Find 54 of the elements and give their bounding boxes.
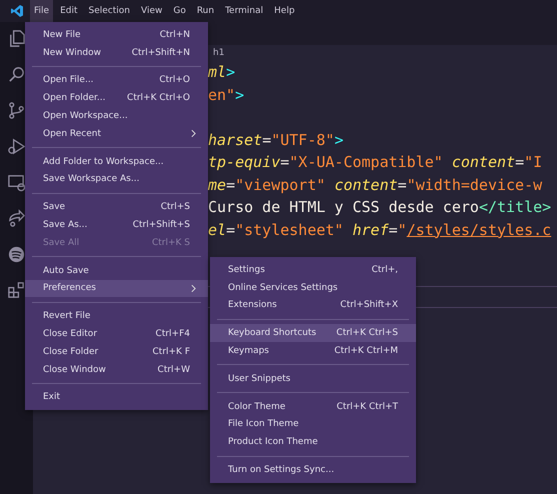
menu-item[interactable]: Save Ctrl+S	[25, 198, 208, 216]
menu-item[interactable]: Add Folder to Workspace...	[25, 152, 208, 171]
menu-bar-item[interactable]: Run	[192, 0, 218, 22]
code-line: ml>	[208, 62, 236, 83]
code-line: me="viewport" content="width=device-w	[208, 174, 542, 196]
menu-item[interactable]: File Icon Theme	[210, 416, 416, 434]
menu-bar-item[interactable]: Terminal	[221, 0, 268, 22]
source-control-icon[interactable]	[7, 101, 26, 120]
music-icon[interactable]	[7, 245, 26, 264]
menu-item[interactable]: Save As... Ctrl+Shift+S	[25, 216, 208, 234]
share-arrow-icon[interactable]	[7, 209, 26, 228]
menu-item[interactable]: Online Services Settings	[210, 278, 416, 297]
breadcrumb-item[interactable]: h1	[213, 48, 224, 58]
menu-bar-item[interactable]: Edit	[56, 0, 82, 22]
menu-item[interactable]: User Snippets	[210, 370, 416, 388]
menu-item[interactable]: Save Workspace As...	[25, 170, 208, 188]
menu-item[interactable]: Revert File	[25, 307, 208, 326]
code-line: tp-equiv="X-UA-Compatible" content="I	[208, 152, 542, 173]
menu-item[interactable]: Keymaps Ctrl+K Ctrl+M	[210, 342, 416, 360]
menu-item[interactable]: Auto Save	[25, 262, 208, 280]
menu-item[interactable]: New Window Ctrl+Shift+N	[25, 44, 208, 62]
menu-item[interactable]: Settings Ctrl+,	[210, 261, 416, 279]
menu-bar-item[interactable]: View	[136, 0, 166, 22]
menu-item[interactable]: Extensions Ctrl+Shift+X	[210, 296, 416, 314]
menu-item[interactable]: Turn on Settings Sync...	[210, 461, 416, 479]
menu-item[interactable]: New File Ctrl+N	[25, 26, 208, 44]
code-line: harset="UTF-8">	[208, 130, 344, 150]
chevron-right-icon	[191, 129, 196, 138]
chevron-right-icon	[191, 284, 196, 293]
code-line: en">	[208, 84, 244, 106]
menu-item[interactable]: Close Window Ctrl+W	[25, 360, 208, 379]
vscode-logo-icon	[10, 4, 24, 18]
menu-item[interactable]: Keyboard Shortcuts Ctrl+K Ctrl+S	[210, 324, 416, 342]
menu-item[interactable]: Preferences	[25, 280, 208, 298]
menu-bar-item[interactable]: Go	[169, 0, 190, 22]
search-icon[interactable]	[7, 65, 26, 84]
menu-item[interactable]: Exit	[25, 388, 208, 406]
menu-bar-item[interactable]: Help	[270, 0, 299, 22]
menu-item[interactable]: Close Editor Ctrl+F4	[25, 325, 208, 343]
menu-item[interactable]: Open Workspace...	[25, 107, 208, 125]
menu-item[interactable]: Close Folder Ctrl+K F	[25, 342, 208, 361]
menu-item[interactable]: Color Theme Ctrl+K Ctrl+T	[210, 398, 416, 416]
code-line: el="stylesheet" href="/styles/styles.c	[208, 220, 552, 240]
files-icon[interactable]	[7, 29, 26, 48]
menu-bar-item[interactable]: File	[30, 0, 54, 22]
code-line: Curso de HTML y CSS desde cero</title>	[208, 197, 552, 218]
menu-bar-item[interactable]: Selection	[84, 0, 134, 22]
menu-item[interactable]: Open Recent	[25, 124, 208, 143]
menu-item[interactable]: Product Icon Theme	[210, 433, 416, 452]
menu-item[interactable]: Open Folder... Ctrl+K Ctrl+O	[25, 89, 208, 108]
extensions-icon[interactable]	[7, 281, 26, 300]
menu-item[interactable]: Open File... Ctrl+O	[25, 72, 208, 90]
remote-explorer-icon[interactable]	[7, 173, 26, 192]
run-debug-icon[interactable]	[7, 137, 26, 156]
